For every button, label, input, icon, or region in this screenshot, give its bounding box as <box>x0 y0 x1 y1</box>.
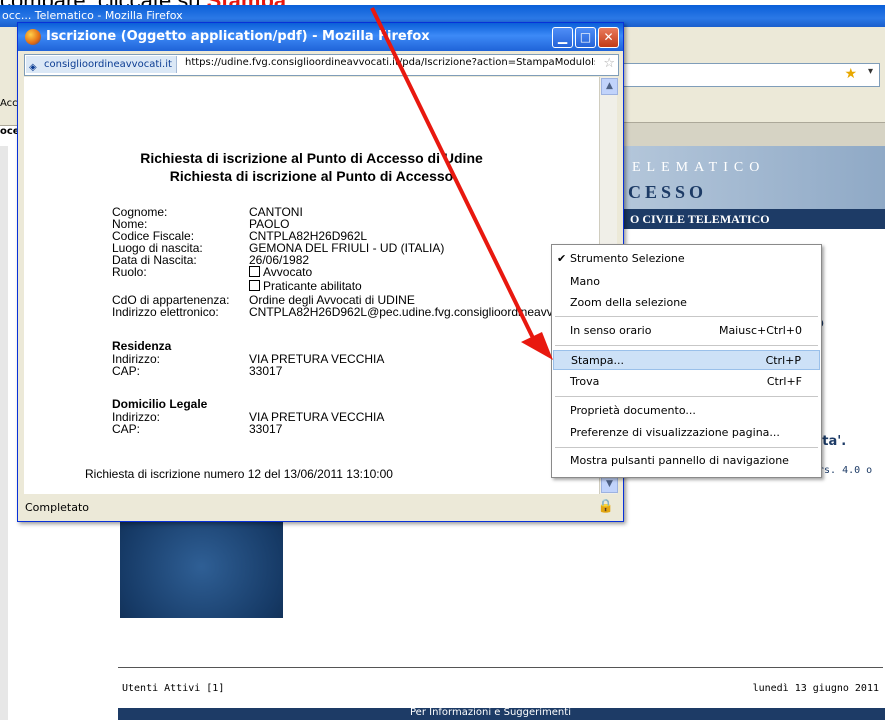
ruolo-option-2: Praticante abilitato <box>249 280 362 292</box>
url-text: https://udine.fvg.consiglioordineavvocat… <box>185 57 595 68</box>
banner-title: CESSO <box>628 182 708 202</box>
maximize-button[interactable]: □ <box>575 27 596 48</box>
menu-item-label: Stampa... <box>571 354 624 367</box>
menu-item-zoom-selezione[interactable]: Zoom della selezione <box>553 293 820 313</box>
status-text: Completato <box>25 501 90 514</box>
menu-item-shortcut: Ctrl+F <box>766 375 802 388</box>
ruolo-option: Avvocato <box>249 266 312 278</box>
field-value: CNTPLA82H26D962L@pec.udine.fvg.consiglio… <box>249 305 588 319</box>
menu-item-label: Trova <box>570 375 600 388</box>
document-subheading: Richiesta di iscrizione al Punto di Acce… <box>169 168 454 184</box>
ruolo-option-label: Avvocato <box>263 265 313 279</box>
section-title: Residenza <box>112 339 172 353</box>
field-label: CAP: <box>112 422 141 436</box>
menu-item-mano[interactable]: Mano <box>553 272 820 292</box>
menu-item-label: Preferenze di visualizzazione pagina... <box>570 426 780 439</box>
banner-strip-text: O CIVILE TELEMATICO <box>630 212 770 226</box>
menu-separator <box>555 447 818 448</box>
menu-item-senso-orario[interactable]: In senso orario Maiusc+Ctrl+0 <box>553 321 820 341</box>
menu-item-trova[interactable]: Trova Ctrl+F <box>553 372 820 392</box>
background-url-bar[interactable]: ★ ▾ <box>618 63 880 87</box>
bookmark-star-icon[interactable]: ★ <box>844 66 857 82</box>
menu-item-shortcut: Ctrl+P <box>765 354 801 367</box>
menu-item-stampa[interactable]: Stampa... Ctrl+P <box>553 350 820 370</box>
menu-item-proprieta-documento[interactable]: Proprietà documento... <box>553 401 820 421</box>
menu-separator <box>555 345 818 346</box>
menu-separator <box>555 396 818 397</box>
scroll-up-icon[interactable]: ▲ <box>601 78 618 95</box>
menu-item-label: Proprietà documento... <box>570 404 696 417</box>
field-label: CAP: <box>112 364 141 378</box>
site-identity-icon: ◈ <box>29 62 37 73</box>
menu-item-label: Mano <box>570 275 600 288</box>
menu-item-label: Mostra pulsanti pannello di navigazione <box>570 454 789 467</box>
popup-window: Iscrizione (Oggetto application/pdf) - M… <box>17 22 624 522</box>
menu-item-preferenze-visualizzazione[interactable]: Preferenze di visualizzazione pagina... <box>553 423 820 443</box>
close-button[interactable]: ✕ <box>598 27 619 48</box>
ruolo-option-label: Praticante abilitato <box>263 279 362 293</box>
field-value: 33017 <box>249 422 283 436</box>
firefox-logo-icon <box>25 29 41 45</box>
menu-separator <box>555 316 818 317</box>
popup-title: Iscrizione (Oggetto application/pdf) - M… <box>46 29 430 44</box>
field-label: Ruolo: <box>112 265 147 279</box>
footer-contact-link[interactable]: Per Informazioni e Suggerimenti <box>410 707 571 718</box>
popup-url-bar[interactable]: ◈ consiglioordineavvocati.it https://udin… <box>24 54 619 76</box>
checkmark-icon: ✔ <box>557 252 567 265</box>
request-footnote: Richiesta di iscrizione numero 12 del 13… <box>85 467 393 481</box>
background-window-title: occ... Telematico - Mozilla Firefox <box>2 9 183 22</box>
banner-subtitle: ELEMATICO <box>632 160 766 175</box>
menu-item-mostra-pulsanti[interactable]: Mostra pulsanti pannello di navigazione <box>553 451 820 471</box>
checkbox-icon <box>249 280 260 291</box>
context-menu: ✔ Strumento Selezione Mano Zoom della sel… <box>551 244 822 478</box>
site-identity-label: consiglioordineavvocati.it <box>44 59 172 70</box>
banner-strip: O CIVILE TELEMATICO <box>600 209 885 229</box>
scroll-down-icon[interactable]: ▼ <box>601 476 618 493</box>
popup-titlebar[interactable]: Iscrizione (Oggetto application/pdf) - M… <box>18 23 623 51</box>
background-tab-fragment: Acc <box>0 98 18 109</box>
document-heading: Richiesta di iscrizione al Punto di Acce… <box>140 150 483 166</box>
background-left-border <box>0 146 8 720</box>
site-identity-button[interactable]: ◈ consiglioordineavvocati.it <box>26 56 177 73</box>
menu-item-label: Strumento Selezione <box>570 252 685 265</box>
field-value: 33017 <box>249 364 283 378</box>
active-users: Utenti Attivi [1] <box>122 683 225 694</box>
status-bar: Completato 🔒 <box>24 498 617 516</box>
section-title: Domicilio Legale <box>112 397 208 411</box>
lock-icon[interactable]: 🔒 <box>598 499 614 514</box>
minimize-button[interactable]: ▁ <box>552 27 573 48</box>
bookmark-star-icon[interactable]: ☆ <box>603 56 615 71</box>
current-date: lunedì 13 giugno 2011 <box>752 683 879 694</box>
menu-item-strumento-selezione[interactable]: ✔ Strumento Selezione <box>553 249 820 269</box>
dropdown-arrow-icon[interactable]: ▾ <box>868 66 873 77</box>
menu-item-shortcut: Maiusc+Ctrl+0 <box>718 324 802 337</box>
pdf-document-view[interactable]: Richiesta di iscrizione al Punto di Acce… <box>24 77 599 494</box>
background-tabstrip <box>610 122 885 147</box>
footer-bar: Per Informazioni e Suggerimenti <box>118 707 885 720</box>
menu-item-label: Zoom della selezione <box>570 296 687 309</box>
checkbox-icon <box>249 266 260 277</box>
field-label: Indirizzo elettronico: <box>112 305 219 319</box>
menu-item-label: In senso orario <box>570 324 652 337</box>
footer-divider <box>118 667 883 668</box>
